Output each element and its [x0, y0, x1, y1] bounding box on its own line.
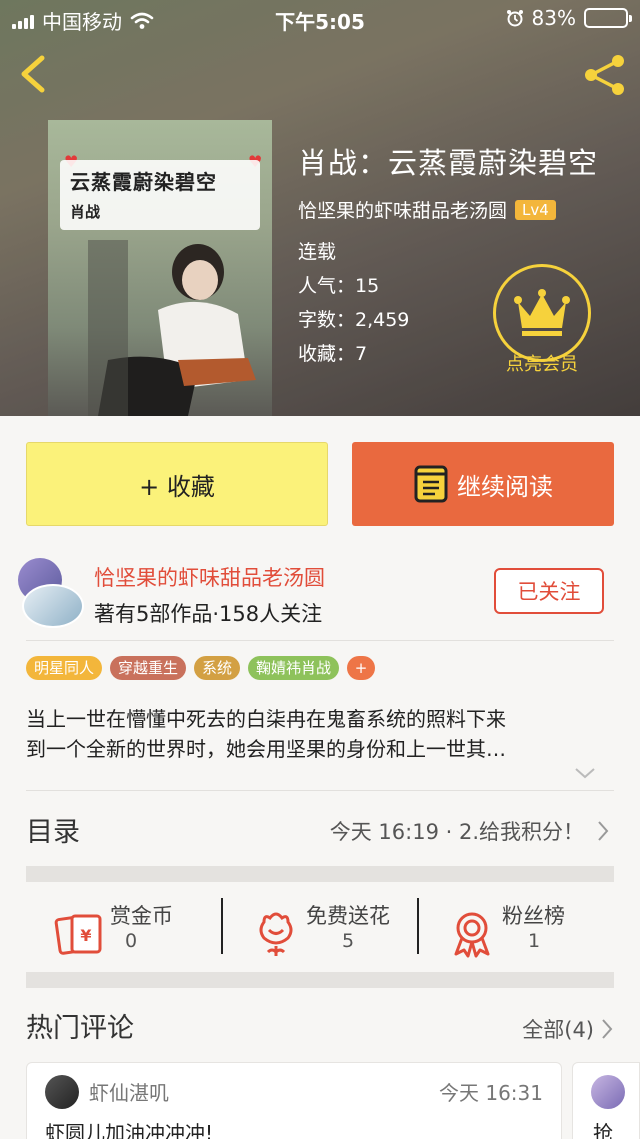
tag[interactable]: 系统	[194, 656, 241, 680]
status-right: 83%	[506, 6, 632, 30]
status-bar: 中国移动 下午5:05 83%	[0, 0, 640, 36]
add-favorite-button[interactable]: + 收藏	[26, 442, 328, 526]
battery-icon	[584, 8, 632, 28]
fan-rank-ribbon-icon	[454, 912, 490, 958]
battery-percent: 83%	[531, 6, 576, 30]
summary-line: 当上一世在懵懂中死去的白柒冉在鬼畜系统的照料下来	[26, 707, 506, 731]
stat-label: 免费送花	[306, 904, 390, 928]
continue-reading-label: 继续阅读	[457, 472, 553, 501]
alarm-icon	[506, 10, 523, 27]
hot-comments-title: 热门评论	[26, 1013, 134, 1044]
svg-text:¥: ¥	[80, 926, 91, 945]
comment-card[interactable]: 虾仙湛叽 今天 16:31 虾圆儿加油冲冲冲!	[26, 1062, 562, 1139]
stat-label: 赏金币	[110, 904, 173, 928]
share-icon[interactable]	[582, 52, 628, 98]
stat-value: 5	[341, 930, 355, 952]
section-separator	[26, 866, 614, 882]
back-arrow-icon[interactable]	[14, 52, 54, 96]
continue-reading-button[interactable]: 继续阅读	[352, 442, 614, 526]
fan-rank-stat[interactable]: 粉丝榜 1	[418, 884, 614, 980]
cover-figure-illustration	[88, 240, 256, 416]
book-detail-body: + 收藏 继续阅读 恰坚果的虾味甜品老汤圆 著有5部作品·158人关注 已关注 …	[0, 416, 640, 1139]
divider	[26, 640, 614, 641]
cover-subtitle: 肖战	[70, 203, 101, 221]
avatar[interactable]	[591, 1075, 625, 1109]
chevron-down-icon[interactable]	[574, 766, 596, 780]
free-flower-stat[interactable]: 免费送花 5	[222, 884, 418, 980]
cover-title: 云蒸霞蔚染碧空	[70, 170, 217, 194]
reward-coin-stat[interactable]: ¥ 赏金币 0	[26, 884, 222, 980]
all-comments-link[interactable]: 全部(4)	[522, 1014, 614, 1044]
tag[interactable]: 鞠婧祎肖战	[248, 656, 340, 680]
flower-icon	[259, 912, 293, 956]
tag-list: 明星同人 穿越重生 系统 鞠婧祎肖战 +	[26, 656, 376, 680]
stat-label: 粉丝榜	[502, 904, 565, 928]
vip-label: 点亮会员	[506, 354, 578, 375]
author-avatar[interactable]	[18, 558, 88, 628]
book-summary[interactable]: 当上一世在懵懂中死去的白柒冉在鬼畜系统的照料下来 到一个全新的世界时，她会用坚果…	[26, 704, 616, 764]
comment-card[interactable]: 抢	[572, 1062, 640, 1139]
avatar[interactable]	[45, 1075, 79, 1109]
cover-title-strip: 云蒸霞蔚染碧空 肖战	[60, 160, 260, 230]
summary-line: 到一个全新的世界时，她会用坚果的身份和上一世其…	[26, 737, 506, 761]
section-separator	[26, 972, 614, 988]
chevron-right-icon	[598, 821, 609, 841]
author-stats: 著有5部作品·158人关注	[94, 602, 323, 626]
book-header: 中国移动 下午5:05 83% ♥ ♥ 云蒸	[0, 0, 640, 416]
divider	[26, 790, 614, 791]
comment-text: 抢	[593, 1121, 613, 1139]
author-row[interactable]: 恰坚果的虾味甜品老汤圆 Lv4	[298, 196, 598, 223]
stat-value: 1	[527, 930, 541, 952]
more-tags-button[interactable]: +	[347, 656, 376, 680]
book-cover[interactable]: ♥ ♥ 云蒸霞蔚染碧空 肖战	[48, 120, 272, 416]
comment-user[interactable]: 虾仙湛叽	[89, 1077, 169, 1106]
follow-button[interactable]: 已关注	[494, 568, 604, 614]
book-author[interactable]: 恰坚果的虾味甜品老汤圆	[298, 196, 507, 223]
author-level-badge: Lv4	[515, 199, 556, 220]
latest-chapter: 今天 16:19 · 2.给我积分！	[329, 820, 584, 844]
comment-time: 今天 16:31	[439, 1081, 543, 1105]
avatar	[22, 584, 84, 628]
vip-circle	[493, 264, 591, 362]
author-card[interactable]: 恰坚果的虾味甜品老汤圆 著有5部作品·158人关注 已关注	[18, 558, 622, 640]
author-name[interactable]: 恰坚果的虾味甜品老汤圆	[94, 562, 325, 592]
support-stats: ¥ 赏金币 0 免费送花 5 粉丝榜 1	[26, 884, 614, 980]
all-comments-label: 全部(4)	[522, 1018, 594, 1042]
book-title: 肖战：云蒸霞蔚染碧空	[298, 146, 599, 180]
comment-text: 虾圆儿加油冲冲冲!	[45, 1121, 214, 1139]
tag[interactable]: 明星同人	[26, 656, 103, 680]
vip-button[interactable]: 点亮会员	[490, 264, 594, 382]
book-icon	[414, 465, 448, 503]
chevron-right-icon	[602, 1019, 613, 1039]
reward-coin-icon: ¥	[54, 914, 102, 955]
tag[interactable]: 穿越重生	[110, 656, 187, 680]
crown-icon	[514, 289, 570, 336]
table-of-contents-row[interactable]: 目录 今天 16:19 · 2.给我积分！	[26, 802, 614, 854]
toc-label: 目录	[26, 817, 80, 848]
stat-value: 0	[124, 930, 138, 952]
